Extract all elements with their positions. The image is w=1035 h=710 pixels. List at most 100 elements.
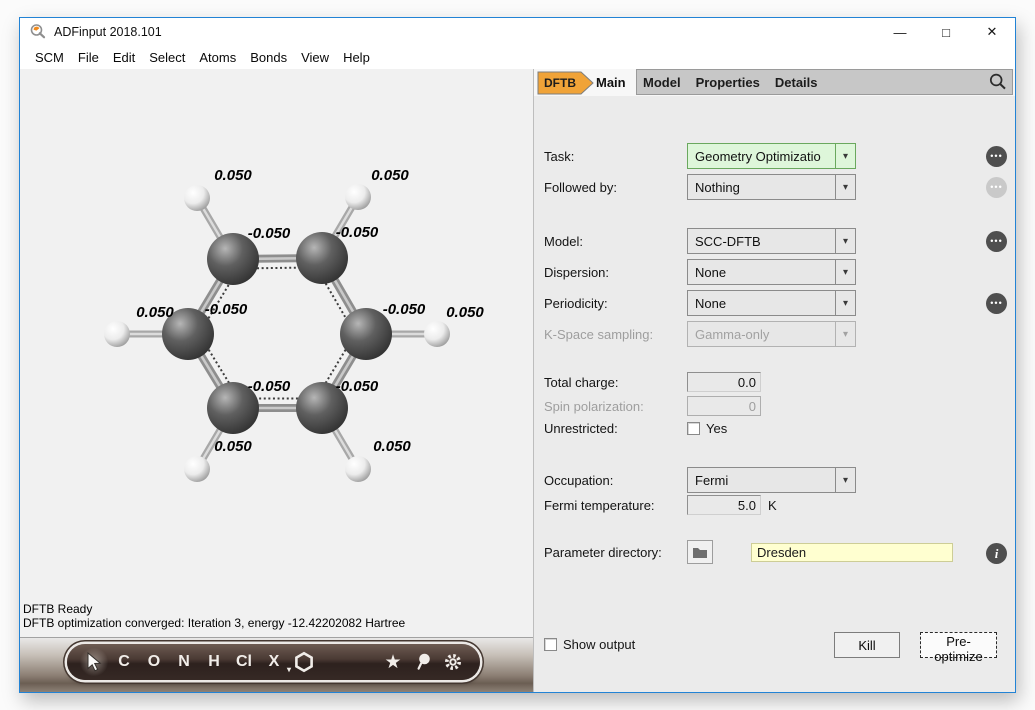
field-kspace: K-Space sampling: Gamma-only bbox=[534, 321, 1015, 347]
maximize-button[interactable]: □ bbox=[923, 18, 969, 46]
followed-by-value: Nothing bbox=[688, 175, 835, 199]
chevron-down-icon bbox=[835, 175, 855, 199]
total-charge-input[interactable] bbox=[687, 372, 761, 392]
search-icon[interactable] bbox=[988, 72, 1008, 92]
atom-charge-label: -0.050 bbox=[248, 225, 291, 242]
dispersion-dropdown[interactable]: None bbox=[687, 259, 856, 285]
field-periodicity: Periodicity: None bbox=[534, 290, 1015, 316]
periodicity-dropdown[interactable]: None bbox=[687, 290, 856, 316]
window-title: ADFinput 2018.101 bbox=[54, 25, 162, 39]
fermi-temperature-input[interactable] bbox=[687, 495, 761, 515]
element-button-oxygen[interactable]: O bbox=[140, 647, 168, 677]
atom-hydrogen[interactable] bbox=[345, 456, 371, 482]
atom-hydrogen[interactable] bbox=[424, 321, 450, 347]
parameter-directory-input[interactable] bbox=[751, 543, 953, 562]
show-output-checkbox[interactable] bbox=[544, 638, 557, 651]
element-toolbar-strip: C O N H Cl X ★ bbox=[20, 637, 533, 692]
field-spin-polarization: Spin polarization: bbox=[534, 396, 1015, 416]
chevron-down-icon bbox=[835, 322, 855, 346]
field-occupation: Occupation: Fermi bbox=[534, 467, 1015, 493]
parameter-directory-label: Parameter directory: bbox=[544, 545, 662, 560]
field-unrestricted: Unrestricted: Yes bbox=[534, 419, 1015, 437]
atom-charge-label: 0.050 bbox=[214, 438, 252, 455]
unrestricted-checkbox[interactable] bbox=[687, 422, 700, 435]
kspace-dropdown: Gamma-only bbox=[687, 321, 856, 347]
adfinput-window: ADFinput 2018.101 — □ ✕ SCM File Edit Se… bbox=[19, 17, 1016, 693]
structure-library-button[interactable]: ★ bbox=[379, 647, 407, 677]
kspace-value: Gamma-only bbox=[688, 322, 835, 346]
unrestricted-label: Unrestricted: bbox=[544, 421, 618, 436]
status-engine-ready: DFTB Ready bbox=[23, 602, 92, 616]
panel-tab-bar: DFTB Main Model Properties Details bbox=[534, 69, 1015, 96]
task-details-button[interactable] bbox=[986, 146, 1007, 167]
atom-charge-label: -0.050 bbox=[336, 378, 379, 395]
menu-item-edit[interactable]: Edit bbox=[106, 50, 142, 65]
menu-item-bonds[interactable]: Bonds bbox=[243, 50, 294, 65]
menu-item-atoms[interactable]: Atoms bbox=[192, 50, 243, 65]
balloon-tool-button[interactable] bbox=[409, 647, 437, 677]
tab-details[interactable]: Details bbox=[775, 75, 818, 90]
chevron-down-icon bbox=[835, 144, 855, 168]
element-button-nitrogen[interactable]: N bbox=[170, 647, 198, 677]
chevron-down-icon bbox=[835, 291, 855, 315]
periodicity-label: Periodicity: bbox=[544, 296, 608, 311]
element-button-carbon[interactable]: C bbox=[110, 647, 138, 677]
chevron-down-icon bbox=[835, 468, 855, 492]
atom-hydrogen[interactable] bbox=[104, 321, 130, 347]
periodicity-details-button[interactable] bbox=[986, 293, 1007, 314]
field-dispersion: Dispersion: None bbox=[534, 259, 1015, 285]
menu-item-select[interactable]: Select bbox=[142, 50, 192, 65]
atom-hydrogen[interactable] bbox=[345, 184, 371, 210]
cursor-icon bbox=[85, 652, 103, 672]
close-button[interactable]: ✕ bbox=[969, 18, 1015, 46]
form-content: Task: Geometry Optimizatio Followed by: … bbox=[534, 96, 1015, 692]
atom-hydrogen[interactable] bbox=[184, 185, 210, 211]
ring-tool-button[interactable] bbox=[290, 647, 318, 677]
molecule-viewer-panel: -0.050-0.050-0.050-0.050-0.050-0.0500.05… bbox=[20, 69, 533, 692]
task-label: Task: bbox=[544, 149, 574, 164]
menu-item-view[interactable]: View bbox=[294, 50, 336, 65]
menu-item-scm[interactable]: SCM bbox=[28, 50, 71, 65]
tab-dftb[interactable]: DFTB bbox=[537, 71, 595, 95]
element-button-chlorine[interactable]: Cl bbox=[230, 647, 258, 677]
element-button-hydrogen[interactable]: H bbox=[200, 647, 228, 677]
dftb-input-panel: DFTB Main Model Properties Details bbox=[533, 69, 1015, 692]
model-dropdown[interactable]: SCC-DFTB bbox=[687, 228, 856, 254]
fermi-temperature-label: Fermi temperature: bbox=[544, 498, 655, 513]
task-dropdown[interactable]: Geometry Optimizatio bbox=[687, 143, 856, 169]
folder-icon bbox=[692, 546, 708, 559]
parameter-directory-info-button[interactable] bbox=[986, 543, 1007, 564]
followed-by-dropdown[interactable]: Nothing bbox=[687, 174, 856, 200]
molecule-viewport[interactable]: -0.050-0.050-0.050-0.050-0.050-0.0500.05… bbox=[20, 69, 533, 638]
chevron-down-icon bbox=[835, 229, 855, 253]
folder-browse-button[interactable] bbox=[687, 540, 713, 564]
kill-button[interactable]: Kill bbox=[834, 632, 900, 658]
menu-item-help[interactable]: Help bbox=[336, 50, 377, 65]
atom-charge-label: 0.050 bbox=[214, 167, 252, 184]
minimize-button[interactable]: — bbox=[877, 18, 923, 46]
total-charge-label: Total charge: bbox=[544, 375, 618, 390]
tab-properties[interactable]: Properties bbox=[696, 75, 760, 90]
occupation-dropdown[interactable]: Fermi bbox=[687, 467, 856, 493]
gear-icon bbox=[442, 651, 464, 673]
element-toolbar: C O N H Cl X ★ bbox=[67, 644, 480, 680]
pre-optimize-button[interactable]: Pre-optimize bbox=[920, 632, 997, 658]
dispersion-label: Dispersion: bbox=[544, 265, 609, 280]
settings-tool-button[interactable] bbox=[439, 647, 467, 677]
atom-hydrogen[interactable] bbox=[184, 456, 210, 482]
tab-main[interactable]: Main bbox=[592, 69, 630, 96]
spin-polarization-input bbox=[687, 396, 761, 416]
atom-charge-label: 0.050 bbox=[373, 438, 411, 455]
occupation-value: Fermi bbox=[688, 468, 835, 492]
followed-by-details-button bbox=[986, 177, 1007, 198]
field-total-charge: Total charge: bbox=[534, 372, 1015, 392]
title-bar[interactable]: ADFinput 2018.101 — □ ✕ bbox=[20, 18, 1015, 46]
task-value: Geometry Optimizatio bbox=[688, 144, 835, 168]
menu-bar: SCM File Edit Select Atoms Bonds View He… bbox=[20, 46, 1015, 69]
menu-item-file[interactable]: File bbox=[71, 50, 106, 65]
atom-charge-label: 0.050 bbox=[371, 167, 409, 184]
pointer-tool-button[interactable] bbox=[80, 647, 108, 677]
model-details-button[interactable] bbox=[986, 231, 1007, 252]
element-button-other[interactable]: X bbox=[260, 647, 288, 677]
tab-model[interactable]: Model bbox=[643, 75, 681, 90]
